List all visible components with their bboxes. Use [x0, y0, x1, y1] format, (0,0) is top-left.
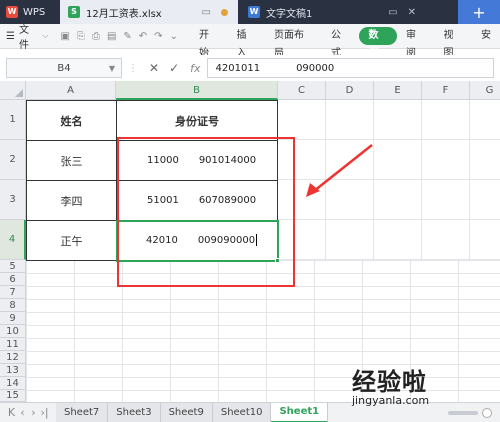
cell-reference: B4 — [57, 62, 71, 74]
column-header-c[interactable]: C — [278, 81, 326, 100]
chevron-down-icon: ▼ — [108, 63, 115, 73]
spreadsheet-grid[interactable]: A B C D E F G 1 2 3 4 5 6 7 8 9 10 11 12… — [0, 81, 500, 402]
tab-home[interactable]: 开始 — [190, 27, 228, 59]
save-icon[interactable]: ▣ — [61, 31, 70, 42]
row-header-11[interactable]: 11 — [0, 338, 26, 351]
new-tab-button[interactable]: + — [458, 0, 500, 24]
more-chevron-icon[interactable]: ⌄ — [170, 31, 178, 42]
window-icon[interactable]: ▭ — [388, 7, 397, 18]
confirm-icon[interactable]: ✓ — [169, 61, 179, 75]
column-header-e[interactable]: E — [374, 81, 422, 100]
menu-bar: ☰ 文件 ⌵ ▣ ⎘ ⎙ ▤ ✎ ↶ ↷ ⌄ 开始 插入 页面布局 公式 数据 … — [0, 24, 500, 59]
app-name: WPS — [23, 6, 46, 18]
cancel-icon[interactable]: ✕ — [149, 61, 159, 75]
formula-bar: B4 ▼ ⋮ ✕ ✓ fx 4201011 090000 — [0, 55, 500, 81]
tab-writer[interactable]: W 文字文稿1 ▭ ✕ — [238, 0, 426, 24]
name-cell[interactable]: 张三 — [26, 140, 117, 181]
sheet-tab[interactable]: Sheet7 — [56, 402, 109, 422]
sheet-tab-active[interactable]: Sheet1 — [271, 402, 329, 422]
row-header-10[interactable]: 10 — [0, 325, 26, 338]
row-header-13[interactable]: 13 — [0, 364, 26, 377]
unsaved-dot-icon — [221, 8, 228, 16]
column-header-f[interactable]: F — [422, 81, 470, 100]
row-header-12[interactable]: 12 — [0, 351, 26, 364]
next-sheet-icon[interactable]: › — [28, 406, 39, 419]
writer-icon: W — [248, 6, 260, 18]
sheet-tabs-bar: K ‹ › ›| Sheet7 Sheet3 Sheet9 Sheet10 Sh… — [0, 402, 500, 422]
zoom-knob[interactable] — [482, 407, 492, 418]
fx-icon[interactable]: fx — [190, 62, 200, 75]
row-header-4[interactable]: 4 — [0, 220, 26, 260]
tab-spreadsheet-label: 12月工资表.xlsx — [86, 8, 162, 20]
tab-formula[interactable]: 公式 — [322, 27, 360, 59]
prev-sheet-icon[interactable]: ‹ — [17, 406, 28, 419]
chevron-down-icon: ⌵ — [42, 31, 49, 40]
spreadsheet-icon: S — [68, 6, 80, 18]
column-header-g[interactable]: G — [470, 81, 500, 100]
tab-writer-label: 文字文稿1 — [266, 8, 313, 20]
last-sheet-icon[interactable]: ›| — [39, 406, 50, 419]
hamburger-icon: ☰ — [6, 30, 15, 42]
annotation-box — [117, 137, 295, 287]
tab-data[interactable]: 数据 — [359, 27, 397, 59]
quick-access-toolbar: ▣ ⎘ ⎙ ▤ ✎ ↶ ↷ ⌄ — [55, 31, 184, 42]
header-cell-id[interactable]: 身份证号 — [116, 100, 278, 141]
preview-icon[interactable]: ▤ — [107, 31, 116, 42]
column-header-a[interactable]: A — [26, 81, 116, 100]
zoom-track[interactable] — [448, 410, 478, 415]
format-painter-icon[interactable]: ✎ — [123, 31, 131, 42]
row-header-14[interactable]: 14 — [0, 377, 26, 390]
ribbon-tabs: 开始 插入 页面布局 公式 数据 审阅 视图 安 — [190, 27, 500, 59]
row-header-2[interactable]: 2 — [0, 140, 26, 180]
tab-insert[interactable]: 插入 — [227, 27, 265, 59]
row-header-5[interactable]: 5 — [0, 260, 26, 273]
divider: ⋮ — [128, 62, 138, 74]
title-bar: W WPS S 12月工资表.xlsx ▭ W 文字文稿1 ▭ ✕ + — [0, 0, 500, 24]
row-header-3[interactable]: 3 — [0, 180, 26, 220]
undo-icon[interactable]: ↶ — [139, 31, 147, 42]
name-box[interactable]: B4 ▼ — [6, 58, 122, 78]
sheet-tab[interactable]: Sheet9 — [160, 402, 213, 422]
export-icon[interactable]: ⎘ — [77, 31, 85, 42]
name-cell[interactable]: 李四 — [26, 180, 117, 221]
formula-value-prefix: 4201011 — [215, 62, 261, 74]
tab-page-layout[interactable]: 页面布局 — [265, 27, 322, 59]
annotation-arrow-icon — [306, 144, 373, 197]
row-header-15[interactable]: 15 — [0, 390, 26, 402]
name-cell[interactable]: 正午 — [26, 220, 117, 261]
column-header-d[interactable]: D — [326, 81, 374, 100]
window-icon[interactable]: ▭ — [202, 7, 211, 18]
tab-review[interactable]: 审阅 — [397, 27, 435, 59]
select-all-corner[interactable] — [0, 81, 26, 100]
formula-value-suffix: 090000 — [296, 62, 335, 74]
wps-logo-icon: W — [6, 6, 18, 18]
row-header-7[interactable]: 7 — [0, 286, 26, 299]
redo-icon[interactable]: ↷ — [154, 31, 162, 42]
close-tab-icon[interactable]: ✕ — [408, 7, 416, 18]
tab-spreadsheet[interactable]: S 12月工资表.xlsx ▭ — [60, 0, 238, 24]
tab-security[interactable]: 安 — [472, 27, 500, 45]
first-sheet-icon[interactable]: K — [6, 406, 17, 419]
zoom-control[interactable] — [448, 407, 492, 418]
column-header-b[interactable]: B — [116, 81, 278, 100]
sheet-tab[interactable]: Sheet3 — [108, 402, 161, 422]
print-icon[interactable]: ⎙ — [92, 31, 100, 42]
tab-view[interactable]: 视图 — [434, 27, 472, 59]
file-menu-label: 文件 — [18, 25, 29, 51]
formula-input[interactable]: 4201011 090000 — [206, 58, 494, 78]
sheet-tab[interactable]: Sheet10 — [212, 402, 272, 422]
row-header-8[interactable]: 8 — [0, 299, 26, 312]
file-menu-button[interactable]: ☰ 文件 ⌵ — [0, 24, 55, 51]
row-header-1[interactable]: 1 — [0, 100, 26, 140]
row-header-9[interactable]: 9 — [0, 312, 26, 325]
header-cell-name[interactable]: 姓名 — [26, 100, 117, 141]
row-header-6[interactable]: 6 — [0, 273, 26, 286]
